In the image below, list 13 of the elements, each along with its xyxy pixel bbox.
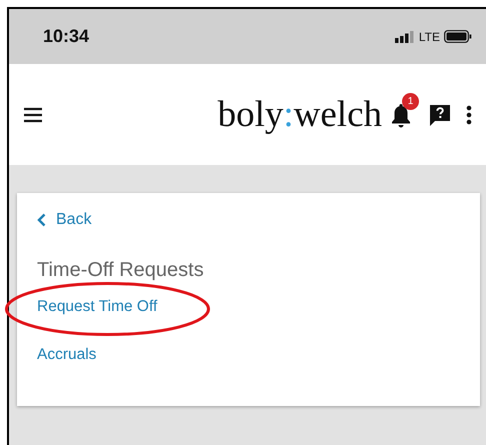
network-label: LTE xyxy=(418,30,440,44)
help-icon[interactable] xyxy=(428,102,452,126)
menu-link[interactable]: Accruals xyxy=(37,346,96,364)
battery-icon xyxy=(444,30,472,43)
status-time: 10:34 xyxy=(43,26,90,47)
section-title: Time-Off Requests xyxy=(37,259,205,282)
logo: boly:welch xyxy=(218,93,382,136)
more-options-icon[interactable] xyxy=(466,104,472,126)
notification-badge: 1 xyxy=(402,92,419,110)
back-link[interactable]: Back xyxy=(37,207,92,233)
chevron-left-icon xyxy=(37,213,46,227)
signal-icon xyxy=(394,30,415,42)
menu-link[interactable]: Request Time Off xyxy=(37,298,158,316)
